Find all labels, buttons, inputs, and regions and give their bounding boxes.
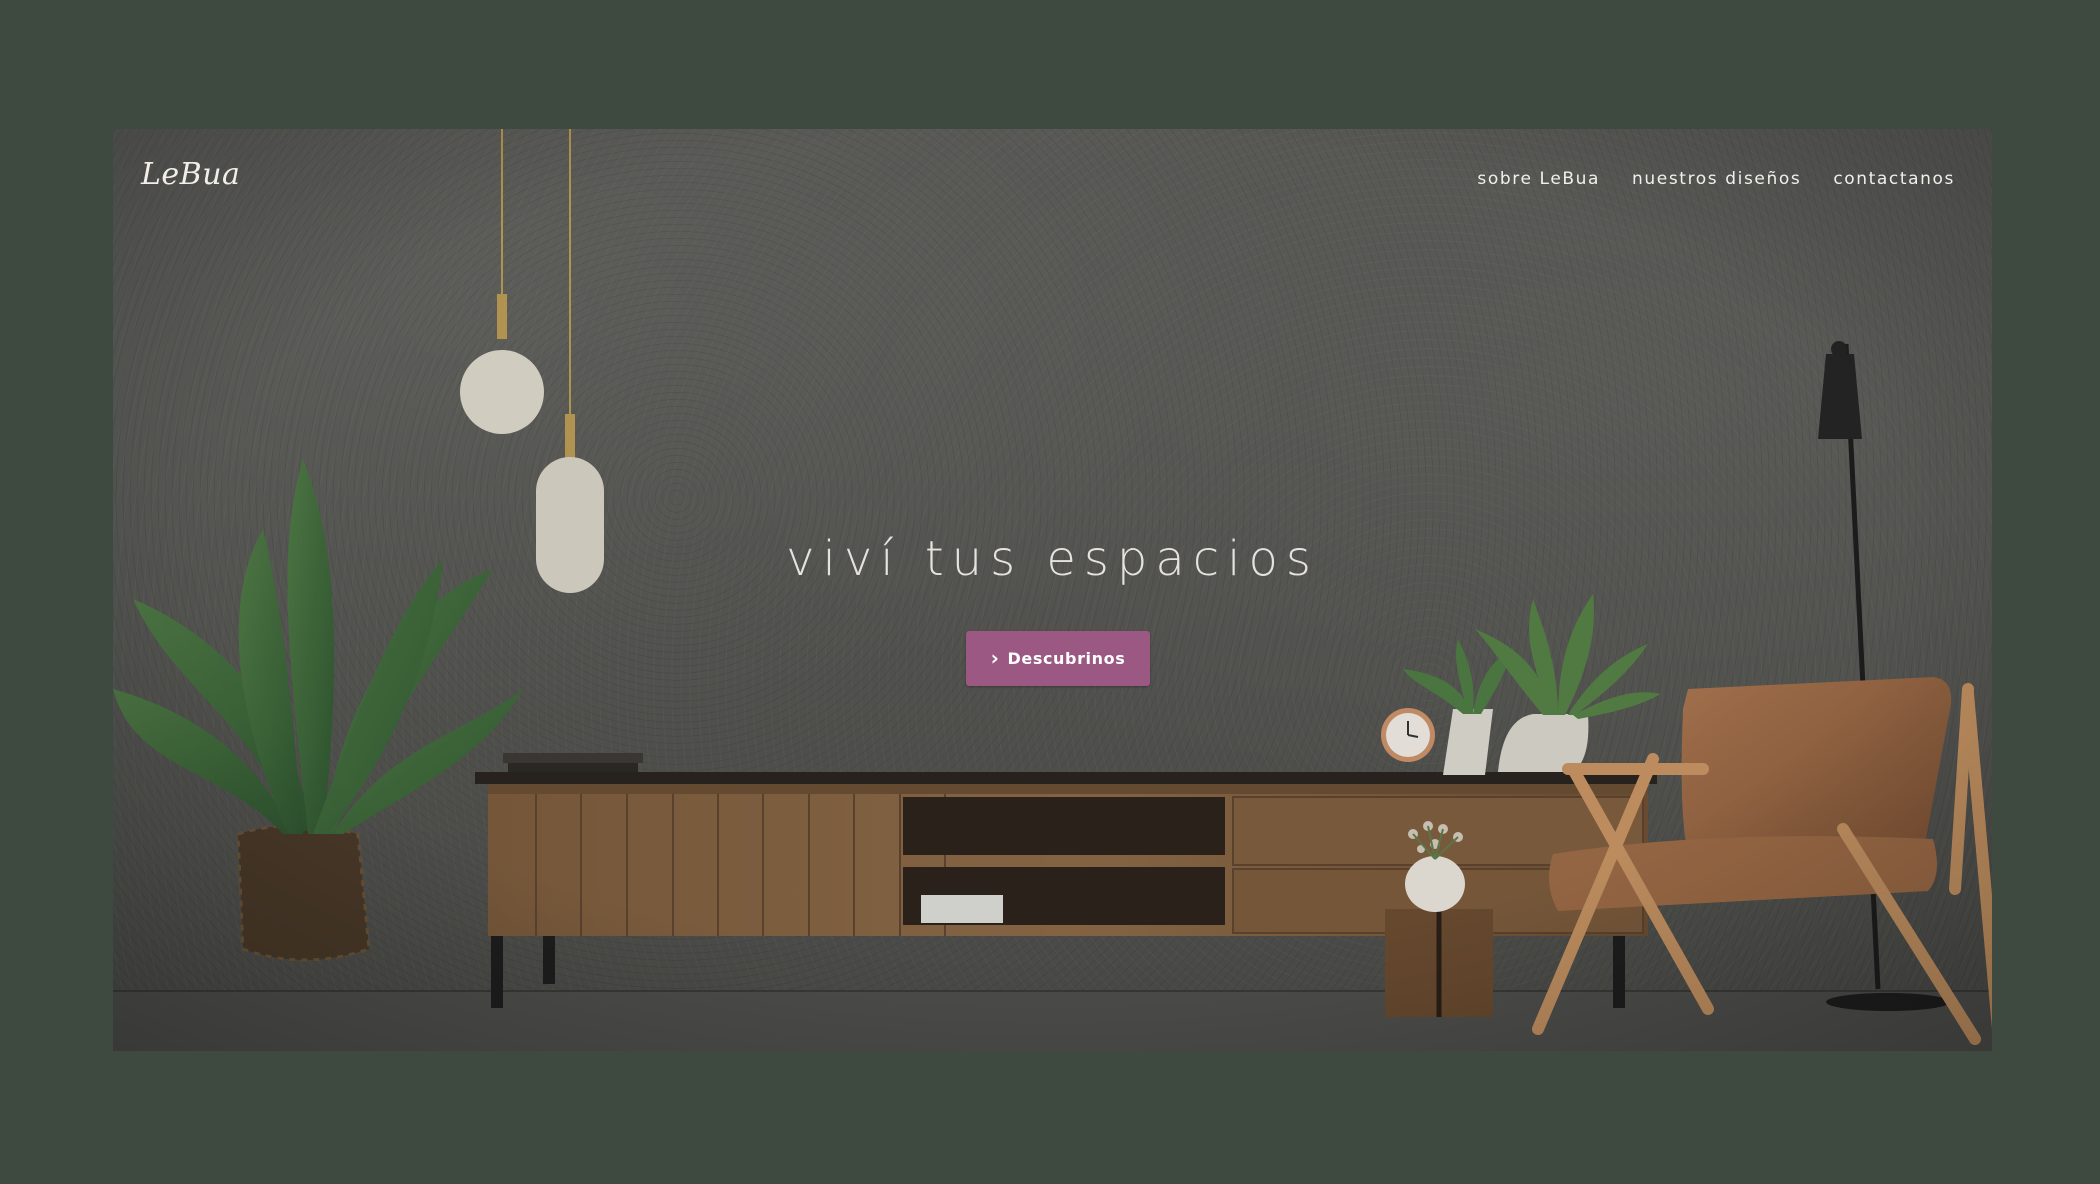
nav-link-nuestros-disenos[interactable]: nuestros diseños xyxy=(1632,169,1801,189)
hero-background-image xyxy=(113,129,1992,1051)
hero-section: LeBua sobre LeBua nuestros diseños conta… xyxy=(113,129,1992,1051)
main-navigation: sobre LeBua nuestros diseños contactanos xyxy=(1477,169,1955,189)
brand-logo[interactable]: LeBua xyxy=(141,157,240,192)
nav-link-contactanos[interactable]: contactanos xyxy=(1833,169,1955,189)
nav-link-sobre-lebua[interactable]: sobre LeBua xyxy=(1477,169,1600,189)
descubrinos-button[interactable]: › Descubrinos xyxy=(966,631,1150,686)
chevron-right-icon: › xyxy=(990,645,1000,670)
descubrinos-button-label: Descubrinos xyxy=(1007,649,1126,668)
hero-headline: viví tus espacios xyxy=(786,531,1319,587)
